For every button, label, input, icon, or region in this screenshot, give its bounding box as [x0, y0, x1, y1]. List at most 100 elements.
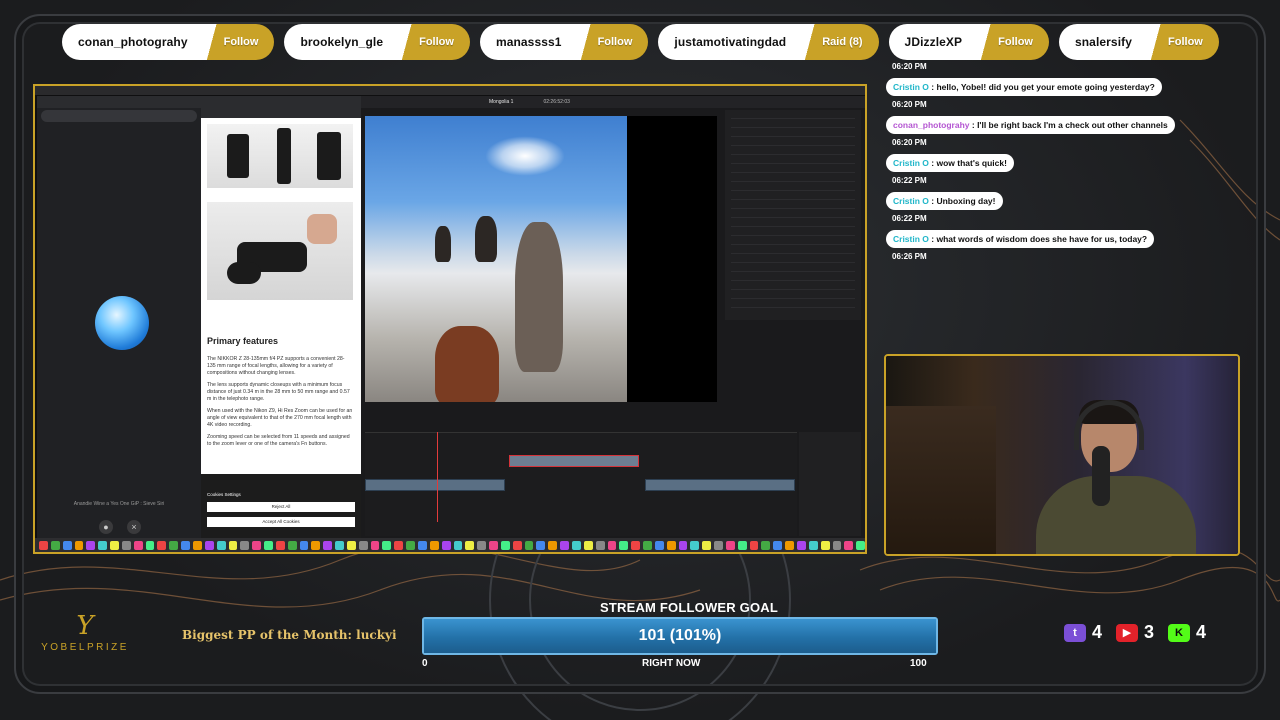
inspector-row[interactable] [731, 113, 855, 119]
dock-app-icon[interactable] [86, 540, 96, 550]
audio-mixer[interactable] [799, 432, 861, 536]
inspector-row[interactable] [731, 302, 855, 308]
accept-all-button[interactable]: Accept All Cookies [207, 517, 355, 527]
follow-pill[interactable]: brookelyn_gle Follow [284, 24, 470, 60]
dock-app-icon[interactable] [121, 540, 131, 550]
inspector-row[interactable] [731, 167, 855, 173]
dock-app-icon[interactable] [429, 540, 439, 550]
dock-app-icon[interactable] [820, 540, 830, 550]
follow-pill[interactable]: conan_photograhy Follow [62, 24, 275, 60]
inspector-row[interactable] [731, 266, 855, 272]
inspector-row[interactable] [731, 284, 855, 290]
dock-app-icon[interactable] [252, 540, 262, 550]
dock-app-icon[interactable] [749, 540, 759, 550]
dock-app-icon[interactable] [702, 540, 712, 550]
timeline-clip-selected[interactable] [509, 455, 639, 467]
dock-app-icon[interactable] [299, 540, 309, 550]
dock-app-icon[interactable] [418, 540, 427, 550]
dock-app-icon[interactable] [678, 540, 688, 550]
dock-app-icon[interactable] [500, 540, 510, 550]
dock-app-icon[interactable] [157, 540, 167, 550]
follow-action[interactable]: Follow [201, 24, 275, 60]
dock-app-icon[interactable] [335, 540, 344, 550]
inspector-row[interactable] [731, 149, 855, 155]
dock-app-icon[interactable] [619, 540, 629, 550]
chat-username[interactable]: Cristin O [893, 158, 929, 168]
dock-app-icon[interactable] [50, 540, 60, 550]
dock-app-icon[interactable] [536, 540, 546, 550]
dock-app-icon[interactable] [145, 540, 155, 550]
dock-app-icon[interactable] [370, 540, 380, 550]
dock-app-icon[interactable] [453, 540, 463, 550]
follow-pill[interactable]: justamotivatingdad Raid (8) [658, 24, 879, 60]
playhead[interactable] [437, 432, 438, 522]
dock-app-icon[interactable] [228, 540, 238, 550]
dock-app-icon[interactable] [39, 540, 48, 550]
dock-app-icon[interactable] [465, 540, 475, 550]
chrome-tabs[interactable] [37, 96, 201, 108]
inspector-row[interactable] [731, 122, 855, 128]
inspector-row[interactable] [731, 239, 855, 245]
dock-app-icon[interactable] [524, 540, 534, 550]
inspector-row[interactable] [731, 140, 855, 146]
dock-app-icon[interactable] [607, 540, 617, 550]
follow-pill[interactable]: manassss1 Follow [479, 24, 649, 60]
inspector-row[interactable] [731, 131, 855, 137]
inspector-row[interactable] [731, 293, 855, 299]
reject-all-button[interactable]: Reject All [207, 502, 355, 512]
dock-app-icon[interactable] [844, 540, 854, 550]
chat-username[interactable]: Cristin O [893, 82, 929, 92]
chat-username[interactable]: Cristin O [893, 196, 929, 206]
chrome-window[interactable]: Anandie Wine a Yes One GiP : Sieve Siri … [37, 96, 201, 542]
nikon-webpage[interactable]: Primary features The NIKKOR Z 28-135mm f… [201, 96, 361, 542]
dock-app-icon[interactable] [773, 540, 783, 550]
inspector-row[interactable] [731, 212, 855, 218]
dock-app-icon[interactable] [110, 540, 119, 550]
dock-app-icon[interactable] [832, 540, 842, 550]
dock-app-icon[interactable] [323, 540, 333, 550]
follow-action[interactable]: Follow [976, 24, 1049, 60]
dock-app-icon[interactable] [666, 540, 676, 550]
dock-app-icon[interactable] [441, 540, 451, 550]
dock-app-icon[interactable] [346, 540, 356, 550]
dock-app-icon[interactable] [714, 540, 723, 550]
inspector-row[interactable] [731, 275, 855, 281]
inspector-row[interactable] [731, 176, 855, 182]
timeline-clip[interactable] [645, 479, 795, 491]
follow-pill[interactable]: JDizzleXP Follow [888, 24, 1049, 60]
dock-app-icon[interactable] [311, 540, 321, 550]
inspector-row[interactable] [731, 203, 855, 209]
cookie-settings-link[interactable]: Cookies Settings [207, 492, 355, 497]
dock-app-icon[interactable] [216, 540, 226, 550]
dock-app-icon[interactable] [133, 540, 143, 550]
inspector-row[interactable] [731, 257, 855, 263]
dock-app-icon[interactable] [98, 540, 108, 550]
dock-app-icon[interactable] [74, 540, 84, 550]
dock-app-icon[interactable] [62, 540, 72, 550]
timeline-clip[interactable] [365, 479, 505, 491]
follow-action[interactable]: Raid (8) [800, 24, 879, 60]
inspector-row[interactable] [731, 185, 855, 191]
dock-app-icon[interactable] [631, 540, 641, 550]
chrome-address-bar[interactable] [41, 110, 197, 122]
dock-app-icon[interactable] [737, 540, 747, 550]
chat-username[interactable]: Cristin O [893, 234, 929, 244]
siri-orb-icon[interactable] [95, 296, 149, 350]
dock-app-icon[interactable] [275, 540, 285, 550]
dock-app-icon[interactable] [287, 540, 297, 550]
dock-app-icon[interactable] [797, 540, 806, 550]
dock-app-icon[interactable] [725, 540, 735, 550]
dock-app-icon[interactable] [785, 540, 794, 550]
davinci-resolve-window[interactable]: Mongolia 1 02:26:52:03 [361, 96, 865, 542]
inspector-row[interactable] [731, 230, 855, 236]
dock-app-icon[interactable] [240, 540, 250, 550]
dock-app-icon[interactable] [181, 540, 190, 550]
inspector-row[interactable] [731, 221, 855, 227]
dock-app-icon[interactable] [406, 540, 415, 550]
browser-toolbar[interactable] [201, 96, 361, 118]
follow-pill[interactable]: snalersify Follow [1058, 24, 1219, 60]
video-viewer[interactable] [365, 116, 627, 402]
dock-app-icon[interactable] [761, 540, 771, 550]
inspector-row[interactable] [731, 194, 855, 200]
dock-app-icon[interactable] [595, 540, 605, 550]
